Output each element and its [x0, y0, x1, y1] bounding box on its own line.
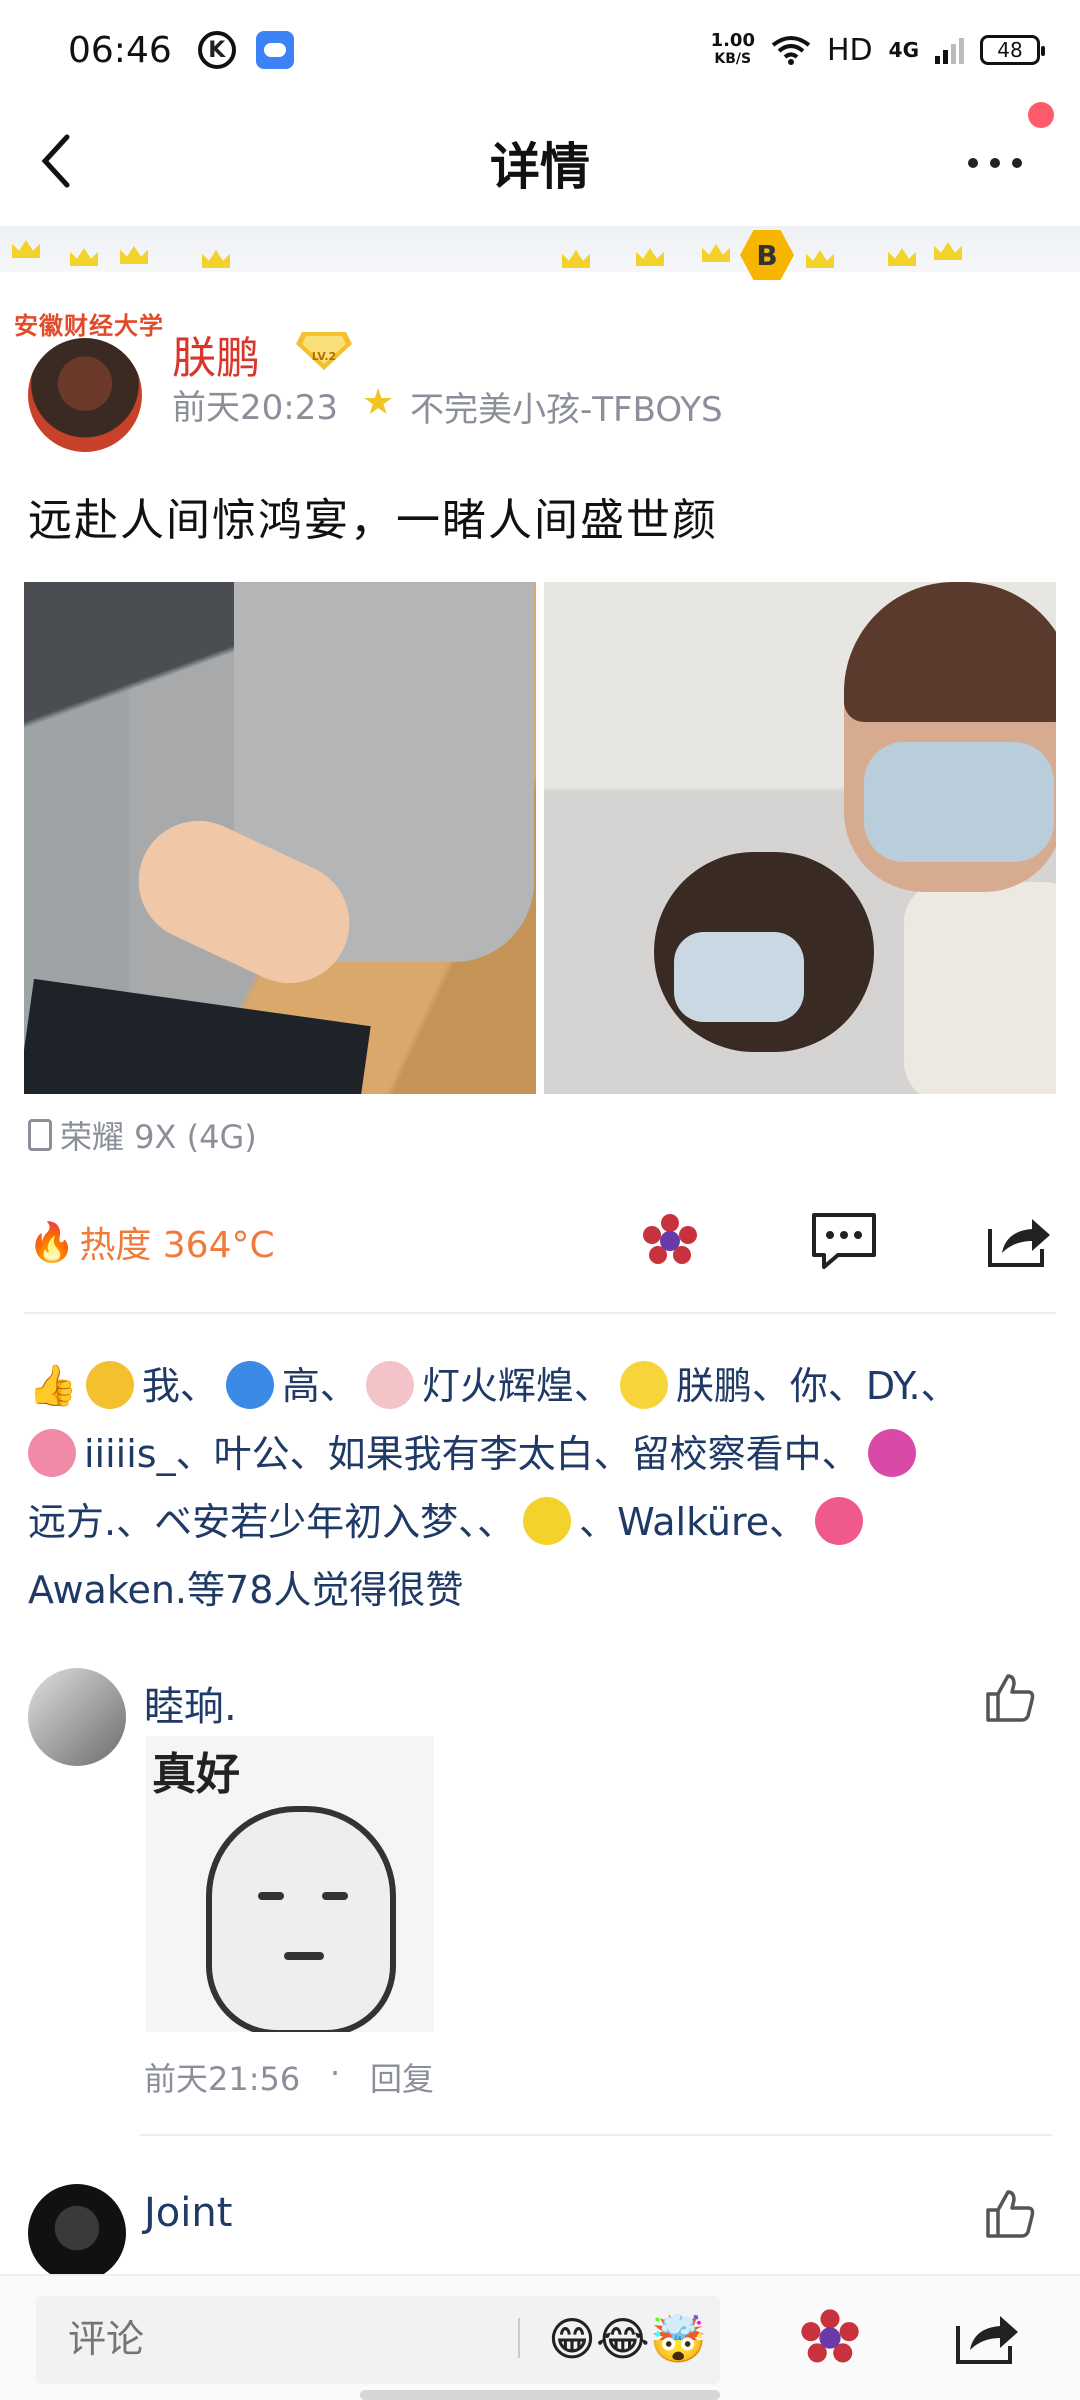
back-button[interactable]: [22, 126, 92, 196]
b-badge-icon: B: [740, 230, 794, 280]
sticker-text: 真好: [152, 1749, 240, 1800]
commenter-name[interactable]: 睦珦.: [144, 1674, 237, 1732]
emoji-button[interactable]: 😁😂🤯: [548, 2312, 707, 2367]
comment-sticker[interactable]: 真好: [146, 1736, 434, 2032]
notification-dot: [1028, 102, 1054, 128]
heat-indicator: 🔥 热度 364°C: [28, 1216, 275, 1268]
post-photo-2[interactable]: [544, 582, 1056, 1094]
divider: [140, 2134, 1052, 2136]
share-button[interactable]: [982, 1208, 1054, 1274]
network-type: 4G: [888, 38, 919, 62]
crown-icon: [806, 250, 834, 268]
more-dot-icon: [968, 158, 978, 168]
more-dot-icon: [1012, 158, 1022, 168]
liker-avatar[interactable]: [619, 1360, 668, 1409]
status-indicators: 1.00 KB/S HD 4G 48: [711, 32, 1045, 68]
liker-name[interactable]: 我、: [142, 1364, 218, 1408]
divider: [24, 1312, 1056, 1314]
crown-icon: [12, 240, 40, 258]
commenter-name[interactable]: Joint: [144, 2190, 232, 2236]
crown-icon: [636, 248, 664, 266]
share-icon: [988, 1219, 1050, 1267]
crown-icon: [702, 244, 730, 262]
crown-icon: [888, 248, 916, 266]
sticker-face: [206, 1806, 396, 2032]
crown-icon: [120, 246, 148, 264]
comment-icon: [812, 1213, 876, 1269]
network-speed-value: 1.00: [710, 30, 755, 51]
commenter-avatar[interactable]: [28, 1668, 126, 1766]
wifi-icon: [771, 35, 811, 65]
phone-icon: [28, 1119, 52, 1151]
flower-like-icon: [801, 2309, 859, 2363]
liker-avatar[interactable]: [225, 1360, 274, 1409]
more-options-button[interactable]: [950, 128, 1040, 198]
input-separator: [518, 2318, 520, 2358]
network-speed-unit: KB/S: [714, 51, 752, 67]
author-avatar[interactable]: [28, 338, 142, 452]
decorative-banner: B: [0, 226, 1080, 280]
reply-button[interactable]: 回复: [370, 2054, 434, 2100]
hd-label: HD: [826, 32, 873, 68]
level-text: LV.2: [312, 350, 336, 363]
liker-avatar[interactable]: [85, 1360, 134, 1409]
thumbs-up-icon: 👍: [28, 1363, 78, 1409]
status-time: 06:46: [68, 29, 172, 71]
liker-name[interactable]: 高、: [282, 1364, 358, 1408]
star-icon: ★: [362, 382, 395, 423]
commenter-avatar[interactable]: [28, 2184, 126, 2282]
comment-like-button[interactable]: [982, 1670, 1038, 1726]
page-title: 详情: [490, 138, 590, 196]
crown-icon: [562, 250, 590, 268]
back-arrow-icon: [41, 134, 70, 188]
cloud-app-icon: [255, 31, 294, 69]
liker-name[interactable]: 朕鹏、你、DY.、: [676, 1364, 959, 1408]
action-row: 🔥 热度 364°C: [0, 1196, 1080, 1286]
like-button[interactable]: [634, 1208, 706, 1274]
comment-button[interactable]: [808, 1208, 880, 1274]
post-time: 前天20:23: [172, 388, 338, 428]
bottom-bar: 😁😂🤯: [0, 2274, 1080, 2400]
post-header: 安徽财经大学 朕鹏 LV.2 前天20:23 ★ 不完美小孩-TFBOYS: [0, 300, 1080, 452]
share-icon: [956, 2316, 1018, 2364]
crown-icon: [934, 242, 962, 260]
author-name[interactable]: 朕鹏: [172, 322, 260, 386]
liker-avatar[interactable]: [867, 1428, 916, 1477]
top-navigation: 详情: [0, 100, 1080, 226]
device-info: 荣耀 9X (4G): [28, 1112, 257, 1158]
signal-icon: [935, 36, 964, 64]
liker-avatar[interactable]: [815, 1496, 864, 1545]
post-text: 远赴人间惊鸿宴，一睹人间盛世颜: [28, 495, 718, 546]
likes-list: 👍 我、 高、 灯火辉煌、 朕鹏、你、DY.、 iiiiis_、叶公、如果我有李太白、留校…: [28, 1352, 1058, 1624]
liker-name[interactable]: iiiiis_、叶公、如果我有李太白、留校察看中、: [84, 1432, 860, 1476]
bottom-like-button[interactable]: [796, 2304, 864, 2376]
crown-icon: [70, 248, 98, 266]
comment-like-button[interactable]: [982, 2186, 1038, 2242]
device-name: 荣耀 9X (4G): [60, 1118, 257, 1156]
status-bar: 06:46 K 1.00 KB/S HD 4G 48: [0, 0, 1080, 100]
bottom-share-button[interactable]: [950, 2306, 1022, 2374]
liker-name[interactable]: 灯火辉煌、: [422, 1364, 612, 1408]
k-app-icon: K: [197, 31, 236, 69]
school-tag: 安徽财经大学: [14, 311, 164, 340]
network-speed: 1.00 KB/S: [711, 32, 755, 68]
liker-name[interactable]: 、Walküre、: [579, 1500, 807, 1544]
liker-name[interactable]: 远方.、ベ安若少年初入梦、、: [28, 1500, 515, 1544]
more-dot-icon: [990, 158, 1000, 168]
liker-avatar[interactable]: [365, 1360, 414, 1409]
level-badge-icon: LV.2: [296, 332, 352, 370]
home-indicator: [360, 2390, 720, 2400]
likes-summary: Awaken.等78人觉得很赞: [28, 1568, 464, 1612]
liker-avatar[interactable]: [28, 1428, 76, 1477]
flower-like-icon: [643, 1214, 697, 1264]
comment-time: 前天21:56: [144, 2060, 301, 2098]
fire-icon: 🔥: [28, 1219, 76, 1264]
fan-tag[interactable]: 不完美小孩-TFBOYS: [410, 382, 723, 431]
heat-label: 热度 364°C: [79, 1225, 275, 1266]
crown-icon: [202, 250, 230, 268]
liker-avatar[interactable]: [523, 1496, 572, 1545]
battery-icon: 48: [980, 35, 1045, 65]
post-photo-1[interactable]: [24, 582, 536, 1094]
separator-dot: ·: [330, 2054, 341, 2092]
